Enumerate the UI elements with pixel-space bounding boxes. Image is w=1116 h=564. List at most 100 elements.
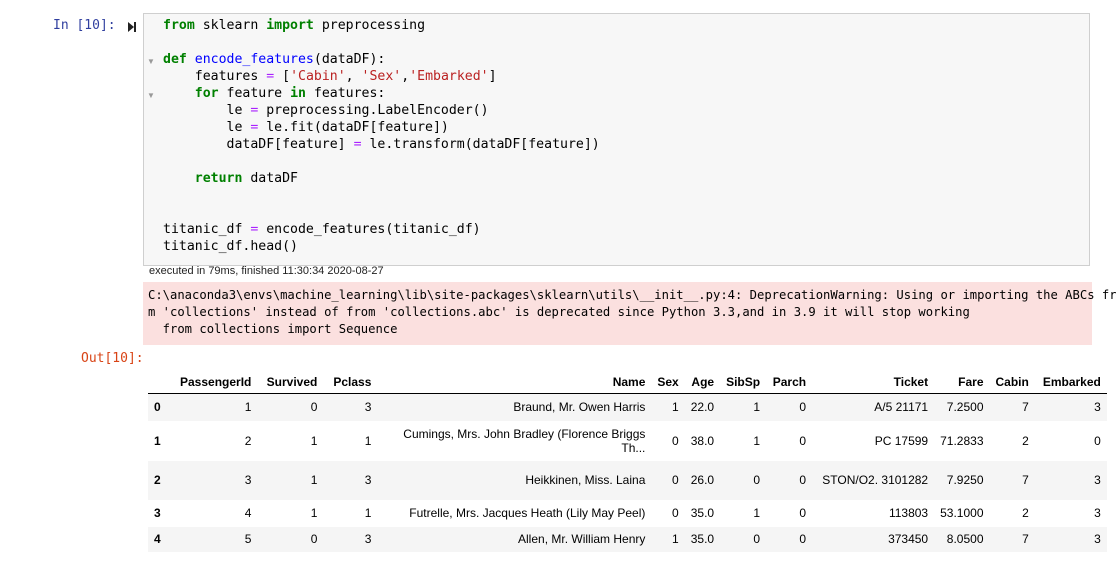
table-cell: 113803 <box>888 506 929 520</box>
code-token: = <box>353 137 362 152</box>
table-cell: 26.0 <box>690 473 715 487</box>
table-cell: 1 <box>364 506 372 520</box>
column-header: Pclass <box>323 365 378 394</box>
table-cell: 3 <box>1094 473 1101 487</box>
row-index: 2 <box>154 473 161 487</box>
table-cell: 3 <box>364 400 372 415</box>
output-prompt: Out[10]: <box>81 351 144 366</box>
table-cell: 1 <box>672 400 679 415</box>
table-cell: 1 <box>364 433 372 448</box>
table-row: 2 3 1 3 Heikkinen, Miss. Laina 0 26.0 0 0 STON/O2… <box>148 460 1107 500</box>
table-cell: 0 <box>799 473 807 487</box>
row-index: 1 <box>154 433 161 448</box>
table-cell: 0 <box>672 433 679 448</box>
table-cell: Futrelle, Mrs. Jacques Heath (Lily May P… <box>409 506 646 520</box>
code-token: (dataDF): <box>313 52 386 67</box>
code-line: return dataDF <box>163 170 600 187</box>
table-cell: 35.0 <box>690 532 715 546</box>
table-cell: 4 <box>244 506 252 520</box>
code-token: encode_features <box>194 52 314 67</box>
table-row: 4 5 0 3 Allen, Mr. William Henry 1 35.0 0 0 37345… <box>148 526 1107 552</box>
table-cell: 8.0500 <box>946 532 984 546</box>
column-header: PassengerId <box>174 365 258 394</box>
row-index: 0 <box>154 400 161 415</box>
table-cell: 0 <box>753 473 761 487</box>
table-cell: 3 <box>244 473 252 487</box>
table-cell: 3 <box>1094 506 1101 520</box>
code-token: dataDF <box>242 171 298 186</box>
table-cell: 0 <box>799 433 807 448</box>
column-header: Embarked <box>1034 365 1107 394</box>
code-line: le = preprocessing.LabelEncoder() <box>163 102 600 119</box>
column-header: Name <box>377 365 652 394</box>
table-cell: 22.0 <box>690 400 715 415</box>
column-header: Ticket <box>812 365 935 394</box>
code-token: titanic_df <box>163 222 251 237</box>
code-token: le <box>163 103 251 118</box>
fold-arrow-icon[interactable]: ▼ <box>147 91 155 100</box>
table-cell: 0 <box>799 400 807 415</box>
table-cell: 0 <box>799 506 807 520</box>
code-token: le.transform(dataDF[feature]) <box>361 137 600 152</box>
column-header: Survived <box>257 365 324 394</box>
dataframe-table: PassengerId Survived Pclass Name Sex Age SibSp… <box>148 365 1107 552</box>
column-header: SibSp <box>720 365 767 394</box>
table-cell: 1 <box>753 433 761 448</box>
table-cell: 0 <box>1094 433 1101 448</box>
column-header: Sex <box>651 365 685 394</box>
table-cell: 1 <box>310 433 318 448</box>
table-cell: 0 <box>753 532 761 546</box>
table-cell: 0 <box>310 532 318 546</box>
code-token: le <box>163 120 251 135</box>
code-token: , <box>345 69 362 84</box>
table-cell: 7 <box>1022 400 1029 415</box>
table-cell: 1 <box>753 506 761 520</box>
table-cell: 1 <box>310 506 318 520</box>
run-cell-button[interactable] <box>124 19 140 35</box>
code-line: titanic_df.head() <box>163 238 600 255</box>
code-token: return <box>194 171 243 186</box>
code-token: [ <box>274 69 291 84</box>
warning-text: C:\anaconda3\envs\machine_learning\lib\s… <box>148 288 1116 336</box>
column-header: Age <box>684 365 721 394</box>
warning-output: C:\anaconda3\envs\machine_learning\lib\s… <box>143 282 1116 345</box>
table-cell: 71.2833 <box>940 433 984 448</box>
table-cell: Heikkinen, Miss. Laina <box>525 473 646 487</box>
code-token: le.fit(dataDF[feature]) <box>258 120 449 135</box>
code-token: dataDF[feature] <box>163 137 354 152</box>
table-cell: Allen, Mr. William Henry <box>518 532 646 546</box>
table-cell: 3 <box>364 473 372 487</box>
table-cell: 1 <box>753 400 761 415</box>
code-editor[interactable]: from sklearn import preprocessing def enc… <box>163 17 600 255</box>
table-cell: 2 <box>244 433 252 448</box>
row-index: 3 <box>154 506 161 520</box>
code-line: features = ['Cabin', 'Sex','Embarked'] <box>163 68 600 85</box>
table-cell: 0 <box>672 473 679 487</box>
code-line: le = le.fit(dataDF[feature]) <box>163 119 600 136</box>
table-cell: 0 <box>672 506 679 520</box>
table-cell: 3 <box>364 532 372 546</box>
table-cell: 2 <box>1022 506 1029 520</box>
column-header: Fare <box>934 365 990 394</box>
code-line: dataDF[feature] = le.transform(dataDF[fe… <box>163 136 600 153</box>
table-cell: 35.0 <box>690 506 715 520</box>
code-token: , <box>401 69 410 84</box>
table-cell: 1 <box>310 473 318 487</box>
code-token: preprocessing <box>313 18 426 33</box>
code-token: features: <box>305 86 386 101</box>
table-row: 0 1 0 3 Braund, Mr. Owen Harris 1 22.0 1 0 A/5 21… <box>148 393 1107 421</box>
table-cell: 7.9250 <box>946 473 984 487</box>
code-token: sklearn <box>194 18 267 33</box>
column-header: Cabin <box>989 365 1035 394</box>
fold-arrow-icon[interactable]: ▼ <box>147 57 155 66</box>
table-row: 1 2 1 1 Cumings, Mrs. John Bradley (Florence… <box>148 421 1107 461</box>
table-cell: Braund, Mr. Owen Harris <box>513 400 646 415</box>
code-token: 'Embarked' <box>409 69 489 84</box>
code-token: 'Sex' <box>361 69 402 84</box>
